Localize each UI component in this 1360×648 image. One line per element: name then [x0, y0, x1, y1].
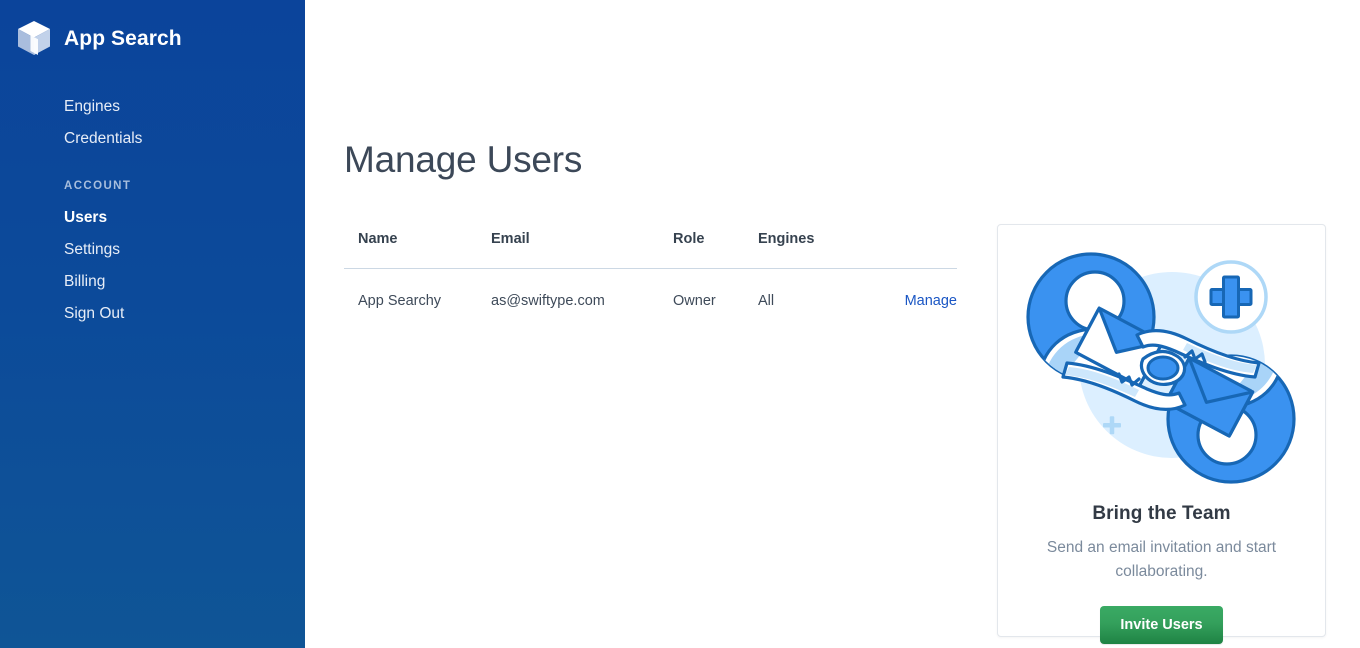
brand-title: App Search: [64, 28, 182, 49]
manage-user-link[interactable]: Manage: [905, 293, 957, 309]
table-head: Name Email Role Engines: [344, 231, 957, 269]
column-header-name: Name: [344, 231, 491, 269]
table-row: App Searchy as@swiftype.com Owner All Ma…: [344, 269, 957, 310]
column-header-engines: Engines: [758, 231, 863, 269]
page-title: Manage Users: [344, 138, 582, 182]
promo-subtitle: Send an email invitation and start colla…: [1037, 536, 1287, 584]
users-table: Name Email Role Engines App Searchy as@s…: [344, 231, 957, 309]
column-header-email: Email: [491, 231, 673, 269]
brand[interactable]: App Search: [0, 0, 305, 62]
sidebar-item-users[interactable]: Users: [0, 202, 305, 234]
main-content: Manage Users Name Email Role Engines App…: [305, 0, 1360, 648]
sidebar-section-account: ACCOUNT: [0, 179, 305, 193]
sidebar-item-sign-out[interactable]: Sign Out: [0, 298, 305, 330]
nav-list: Engines Credentials ACCOUNT Users Settin…: [0, 91, 305, 330]
sidebar-item-credentials[interactable]: Credentials: [0, 123, 305, 155]
table-body: App Searchy as@swiftype.com Owner All Ma…: [344, 269, 957, 310]
sidebar-item-engines[interactable]: Engines: [0, 91, 305, 123]
cell-email: as@swiftype.com: [491, 269, 673, 310]
cell-engines: All: [758, 269, 863, 310]
bring-the-team-card: Bring the Team Send an email invitation …: [997, 224, 1326, 637]
cell-role: Owner: [673, 269, 758, 310]
invite-users-button[interactable]: Invite Users: [1100, 606, 1222, 644]
cell-action: Manage: [863, 269, 957, 310]
column-header-role: Role: [673, 231, 758, 269]
bring-the-team-illustration: [1009, 237, 1314, 499]
plus-circle-icon: [1196, 262, 1266, 332]
column-header-action: [863, 231, 957, 269]
sidebar-item-settings[interactable]: Settings: [0, 234, 305, 266]
table-header-row: Name Email Role Engines: [344, 231, 957, 269]
cell-name: App Searchy: [344, 269, 491, 310]
app-root: App Search Engines Credentials ACCOUNT U…: [0, 0, 1360, 648]
sidebar: App Search Engines Credentials ACCOUNT U…: [0, 0, 305, 648]
promo-heading: Bring the Team: [1092, 503, 1230, 525]
sidebar-item-billing[interactable]: Billing: [0, 266, 305, 298]
cube-logo-icon: [16, 19, 52, 57]
